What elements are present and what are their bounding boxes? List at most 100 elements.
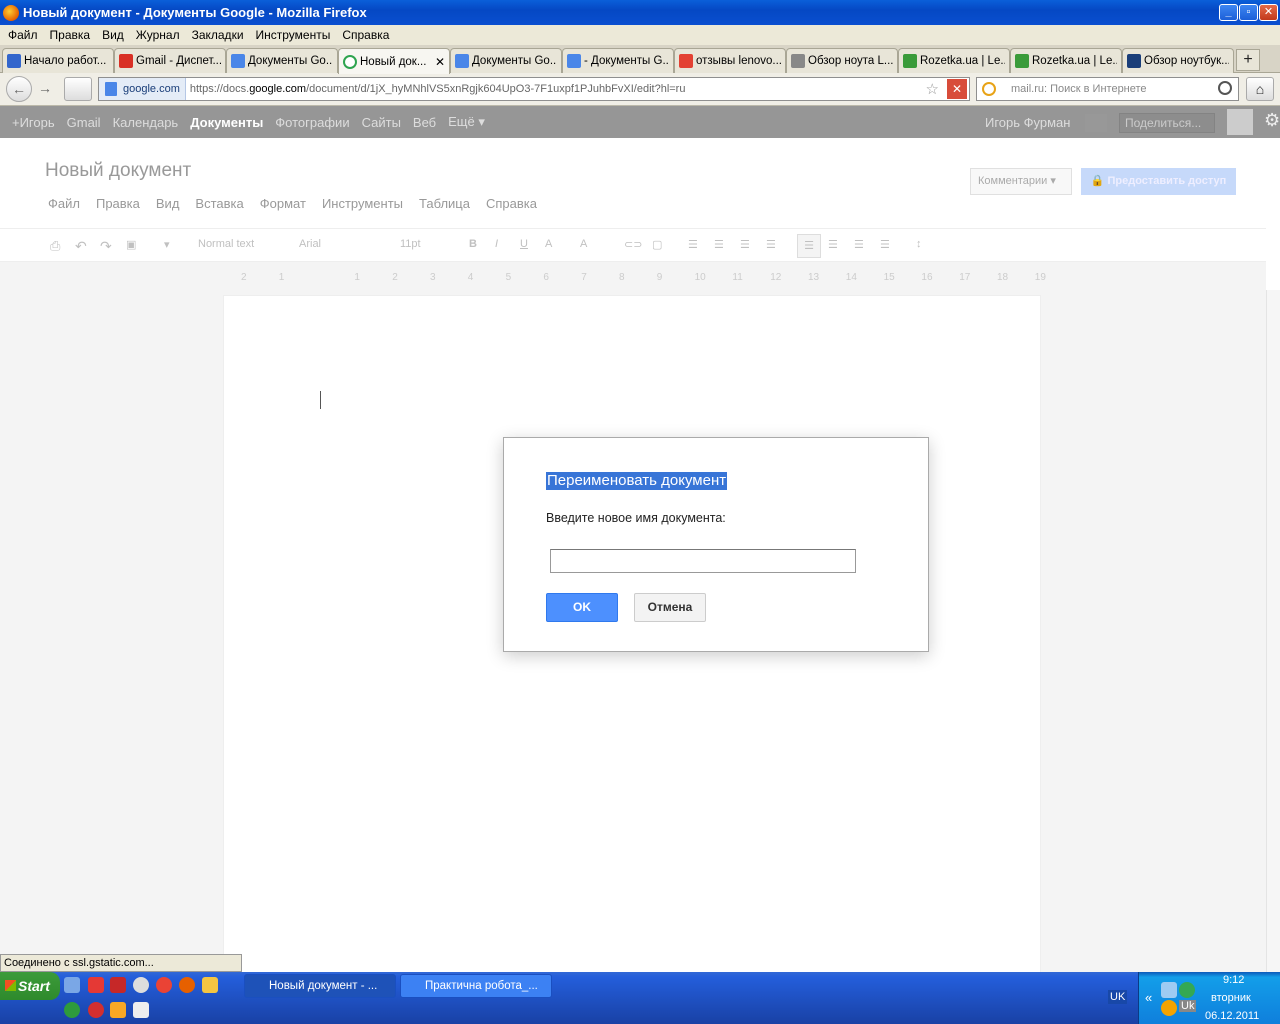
opera-icon[interactable]: [88, 1002, 104, 1018]
quicklaunch-app-icon[interactable]: [133, 977, 149, 993]
menu-file[interactable]: Файл: [2, 28, 44, 42]
menu-bookmarks[interactable]: Закладки: [186, 28, 250, 42]
highlight-icon[interactable]: A: [580, 238, 587, 250]
gbar-web[interactable]: Веб: [413, 115, 436, 130]
comment-icon[interactable]: ▢: [652, 238, 662, 251]
chrome-icon[interactable]: [156, 977, 172, 993]
quicklaunch-app-icon[interactable]: [110, 977, 126, 993]
tab-close-icon[interactable]: ✕: [435, 55, 445, 69]
style-select[interactable]: Normal text: [198, 238, 282, 250]
browser-tab[interactable]: Начало работ...: [2, 48, 114, 73]
new-tab-button[interactable]: +: [1236, 49, 1260, 71]
vertical-scrollbar[interactable]: [1266, 290, 1280, 972]
gbar-plus-user[interactable]: +Игорь: [12, 115, 55, 130]
doc-menu-view[interactable]: Вид: [156, 196, 180, 211]
tray-lang-icon[interactable]: Uk: [1179, 1000, 1197, 1012]
browser-tab[interactable]: Gmail - Диспет...: [114, 48, 226, 73]
search-input[interactable]: mail.ru: Поиск в Интернете: [976, 77, 1239, 101]
start-button[interactable]: Start: [0, 972, 60, 1000]
paint-format-icon[interactable]: ▾: [164, 238, 170, 251]
menu-view[interactable]: Вид: [96, 28, 130, 42]
gbar-sites[interactable]: Сайты: [362, 115, 401, 130]
browser-tab[interactable]: Обзор ноутбук...: [1122, 48, 1234, 73]
quicklaunch-app-icon[interactable]: [110, 1002, 126, 1018]
gbar-share-button[interactable]: Поделиться...: [1119, 113, 1215, 133]
browser-tab[interactable]: Документы Go...: [226, 48, 338, 73]
bold-icon[interactable]: B: [469, 238, 477, 250]
tray-app-icon[interactable]: [1179, 982, 1195, 998]
clock-time[interactable]: 9:12: [1223, 974, 1244, 986]
undo-icon[interactable]: ↶: [75, 238, 87, 255]
search-engine-icon[interactable]: [982, 82, 996, 96]
browser-tab[interactable]: Rozetka.ua | Le...: [898, 48, 1010, 73]
chevron-left-icon[interactable]: «: [1145, 990, 1152, 1005]
menu-help[interactable]: Справка: [336, 28, 395, 42]
url-bar[interactable]: google.com https://docs.google.com/docum…: [98, 77, 970, 101]
doc-menu-help[interactable]: Справка: [486, 196, 537, 211]
text-color-icon[interactable]: A: [545, 238, 552, 250]
addon-icon[interactable]: [64, 77, 92, 101]
maximize-button[interactable]: ▫: [1239, 4, 1258, 21]
bulleted-list-icon[interactable]: ☰: [714, 238, 724, 251]
gbar-calendar[interactable]: Календарь: [113, 115, 179, 130]
italic-icon[interactable]: I: [495, 238, 498, 250]
gbar-gmail[interactable]: Gmail: [67, 115, 101, 130]
numbered-list-icon[interactable]: ☰: [688, 238, 698, 251]
stop-icon[interactable]: ✕: [947, 79, 967, 99]
underline-icon[interactable]: U: [520, 238, 528, 250]
gbar-more[interactable]: Ещё ▾: [448, 114, 485, 130]
browser-tab-active[interactable]: Новый док... ✕: [338, 48, 450, 74]
link-icon[interactable]: ⊂⊃: [624, 238, 642, 251]
share-button[interactable]: 🔒 Предоставить доступ: [1081, 168, 1236, 195]
firefox-icon[interactable]: [179, 977, 195, 993]
line-spacing-icon[interactable]: ↕: [916, 238, 922, 250]
menu-tools[interactable]: Инструменты: [250, 28, 337, 42]
site-identity[interactable]: google.com: [99, 78, 186, 100]
browser-tab[interactable]: Документы Go...: [450, 48, 562, 73]
cancel-button[interactable]: Отмена: [634, 593, 706, 622]
gbar-documents[interactable]: Документы: [190, 115, 263, 130]
doc-menu-table[interactable]: Таблица: [419, 196, 470, 211]
font-size-select[interactable]: 11pt: [400, 238, 421, 250]
forward-button[interactable]: →: [32, 76, 58, 102]
search-icon[interactable]: [1218, 81, 1232, 95]
increase-indent-icon[interactable]: ☰: [766, 238, 776, 251]
doc-menu-tools[interactable]: Инструменты: [322, 196, 403, 211]
quicklaunch-app-icon[interactable]: [202, 977, 218, 993]
avatar[interactable]: [1227, 109, 1253, 135]
notification-icon[interactable]: [1085, 114, 1107, 132]
ok-button[interactable]: OK: [546, 593, 618, 622]
menu-history[interactable]: Журнал: [130, 28, 186, 42]
bookmark-star-icon[interactable]: ☆: [926, 80, 939, 98]
browser-tab[interactable]: Обзор ноута L...: [786, 48, 898, 73]
back-button[interactable]: ←: [6, 76, 32, 102]
doc-menu-insert[interactable]: Вставка: [195, 196, 243, 211]
browser-tab[interactable]: отзывы lenovo...: [674, 48, 786, 73]
gbar-photos[interactable]: Фотографии: [275, 115, 349, 130]
quicklaunch-app-icon[interactable]: [88, 977, 104, 993]
align-left-icon[interactable]: ☰: [797, 234, 821, 258]
doc-menu-edit[interactable]: Правка: [96, 196, 140, 211]
minimize-button[interactable]: _: [1219, 4, 1238, 21]
show-desktop-icon[interactable]: [64, 977, 80, 993]
menu-edit[interactable]: Правка: [44, 28, 97, 42]
browser-tab[interactable]: Rozetka.ua | Le...: [1010, 48, 1122, 73]
language-indicator[interactable]: UK: [1108, 990, 1128, 1004]
justify-icon[interactable]: ☰: [880, 238, 890, 251]
quicklaunch-app-icon[interactable]: [133, 1002, 149, 1018]
comments-button[interactable]: Комментарии ▾: [970, 168, 1072, 195]
gbar-username[interactable]: Игорь Фурман: [985, 115, 1070, 130]
home-icon[interactable]: ⌂: [1246, 77, 1274, 101]
spellcheck-icon[interactable]: ▣: [126, 238, 136, 251]
document-title[interactable]: Новый документ: [45, 160, 191, 182]
doc-menu-file[interactable]: Файл: [48, 196, 80, 211]
tray-app-icon[interactable]: [1161, 1000, 1177, 1016]
taskbar-item-word[interactable]: Практична робота_...: [400, 974, 552, 998]
utorrent-icon[interactable]: [64, 1002, 80, 1018]
network-icon[interactable]: [1161, 982, 1177, 998]
print-icon[interactable]: ⎙: [50, 238, 60, 254]
document-name-input[interactable]: [550, 549, 856, 573]
doc-menu-format[interactable]: Формат: [260, 196, 306, 211]
font-select[interactable]: Arial: [299, 238, 383, 250]
redo-icon[interactable]: ↷: [100, 238, 112, 255]
